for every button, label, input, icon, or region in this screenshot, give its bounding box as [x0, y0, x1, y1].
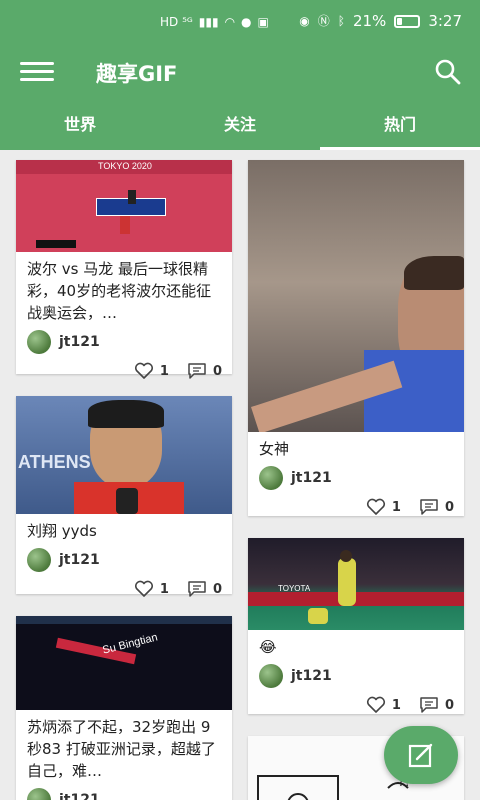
- author-name[interactable]: jt121: [59, 552, 100, 568]
- create-post-button[interactable]: [384, 726, 458, 784]
- wifi-icon: ◠: [224, 15, 236, 29]
- gif-thumbnail[interactable]: TOYOTA: [248, 538, 464, 630]
- comment-count: 0: [212, 581, 222, 597]
- menu-icon[interactable]: [20, 62, 54, 82]
- card-stats: 1 0: [248, 688, 464, 722]
- gif-thumbnail[interactable]: Su Bingtian: [16, 616, 232, 710]
- status-bar: HD ⁵ᴳ ▮▮▮ ◠ ● ▣ ◉ Ⓝ ᛒ 21% 3:27: [0, 0, 480, 44]
- card-title: 女神: [259, 440, 290, 458]
- comment-icon[interactable]: [419, 498, 439, 516]
- author-name[interactable]: jt121: [59, 334, 100, 350]
- tab-bar: 世界 关注 热门: [0, 100, 480, 150]
- app-title: 趣享GIF: [96, 62, 178, 86]
- clock: 3:27: [428, 12, 462, 30]
- heart-icon[interactable]: [366, 498, 386, 516]
- search-icon[interactable]: [434, 58, 462, 86]
- comment-icon[interactable]: [187, 362, 207, 380]
- gif-thumbnail[interactable]: TOKYO 2020: [16, 160, 232, 252]
- comment-icon[interactable]: [187, 580, 207, 598]
- thumb-overlay-text: ATHENS: [18, 452, 91, 472]
- card-title: 刘翔 yyds: [27, 522, 97, 540]
- author-name[interactable]: jt121: [291, 470, 332, 486]
- author-name[interactable]: jt121: [291, 668, 332, 684]
- author-name[interactable]: jt121: [59, 792, 100, 800]
- avatar[interactable]: [27, 548, 51, 572]
- status-left: HD ⁵ᴳ ▮▮▮ ◠ ● ▣: [160, 13, 269, 31]
- heart-icon[interactable]: [366, 696, 386, 714]
- gif-card[interactable]: Su Bingtian 苏炳添了不起，32岁跑出 9秒83 打破亚洲记录，超越了…: [16, 616, 232, 800]
- gif-card[interactable]: TOYOTA 😂 jt121 1 0: [248, 538, 464, 714]
- feed-grid: TOKYO 2020 波尔 vs 马龙 最后一球很精彩，40岁的老将波尔还能征战…: [0, 150, 480, 800]
- card-title: 苏炳添了不起，32岁跑出 9秒83 打破亚洲记录，超越了自己，难…: [27, 718, 216, 780]
- battery-percent: 21%: [352, 12, 387, 30]
- gif-thumbnail[interactable]: [248, 160, 464, 432]
- gif-thumbnail[interactable]: ATHENS: [16, 396, 232, 514]
- card-title: 波尔 vs 马龙 最后一球很精彩，40岁的老将波尔还能征战奥运会，…: [27, 260, 212, 322]
- bluetooth-icon: ᛒ: [337, 14, 345, 28]
- battery-icon: [394, 14, 421, 28]
- edit-icon: [408, 743, 433, 768]
- card-author[interactable]: jt121: [16, 324, 232, 354]
- gif-card[interactable]: 女神 jt121 1 0: [248, 160, 464, 516]
- like-count: 1: [159, 581, 169, 597]
- network-indicator: HD ⁵ᴳ: [160, 15, 193, 29]
- battery-fill: [397, 17, 402, 25]
- wechat-icon: ●: [241, 15, 252, 29]
- avatar[interactable]: [259, 466, 283, 490]
- avatar[interactable]: [27, 330, 51, 354]
- gif-card[interactable]: TOKYO 2020 波尔 vs 马龙 最后一球很精彩，40岁的老将波尔还能征战…: [16, 160, 232, 379]
- thumb-overlay-text: TOKYO 2020: [98, 161, 152, 171]
- comment-icon[interactable]: [419, 696, 439, 714]
- heart-icon[interactable]: [134, 580, 154, 598]
- app-bar: 趣享GIF: [0, 44, 480, 100]
- card-stats: 1 0: [248, 490, 464, 524]
- avatar[interactable]: [259, 664, 283, 688]
- card-title: 😂: [259, 638, 277, 656]
- like-count: 1: [159, 363, 169, 379]
- signal-icon: ▮▮▮: [198, 15, 219, 29]
- comment-count: 0: [444, 697, 454, 713]
- tab-trending[interactable]: 热门: [320, 100, 480, 150]
- card-author[interactable]: jt121: [16, 542, 232, 572]
- card-stats: 1 0: [16, 572, 232, 606]
- like-count: 1: [391, 499, 401, 515]
- tab-world[interactable]: 世界: [0, 100, 160, 150]
- comment-count: 0: [212, 363, 222, 379]
- tab-following[interactable]: 关注: [160, 100, 320, 150]
- card-author[interactable]: jt121: [248, 658, 464, 688]
- eye-icon: ◉: [299, 14, 310, 28]
- avatar[interactable]: [27, 788, 51, 800]
- thumb-overlay-text: TOYOTA: [278, 584, 311, 593]
- nfc-icon: Ⓝ: [317, 14, 330, 28]
- like-count: 1: [391, 697, 401, 713]
- card-author[interactable]: jt121: [248, 460, 464, 490]
- status-right: ◉ Ⓝ ᛒ 21% 3:27: [299, 12, 462, 30]
- heart-icon[interactable]: [134, 362, 154, 380]
- gif-card[interactable]: ATHENS 刘翔 yyds jt121 1 0: [16, 396, 232, 597]
- comment-count: 0: [444, 499, 454, 515]
- notification-icon: ▣: [257, 15, 269, 29]
- card-author[interactable]: jt121: [16, 782, 232, 800]
- card-stats: 1 0: [16, 354, 232, 388]
